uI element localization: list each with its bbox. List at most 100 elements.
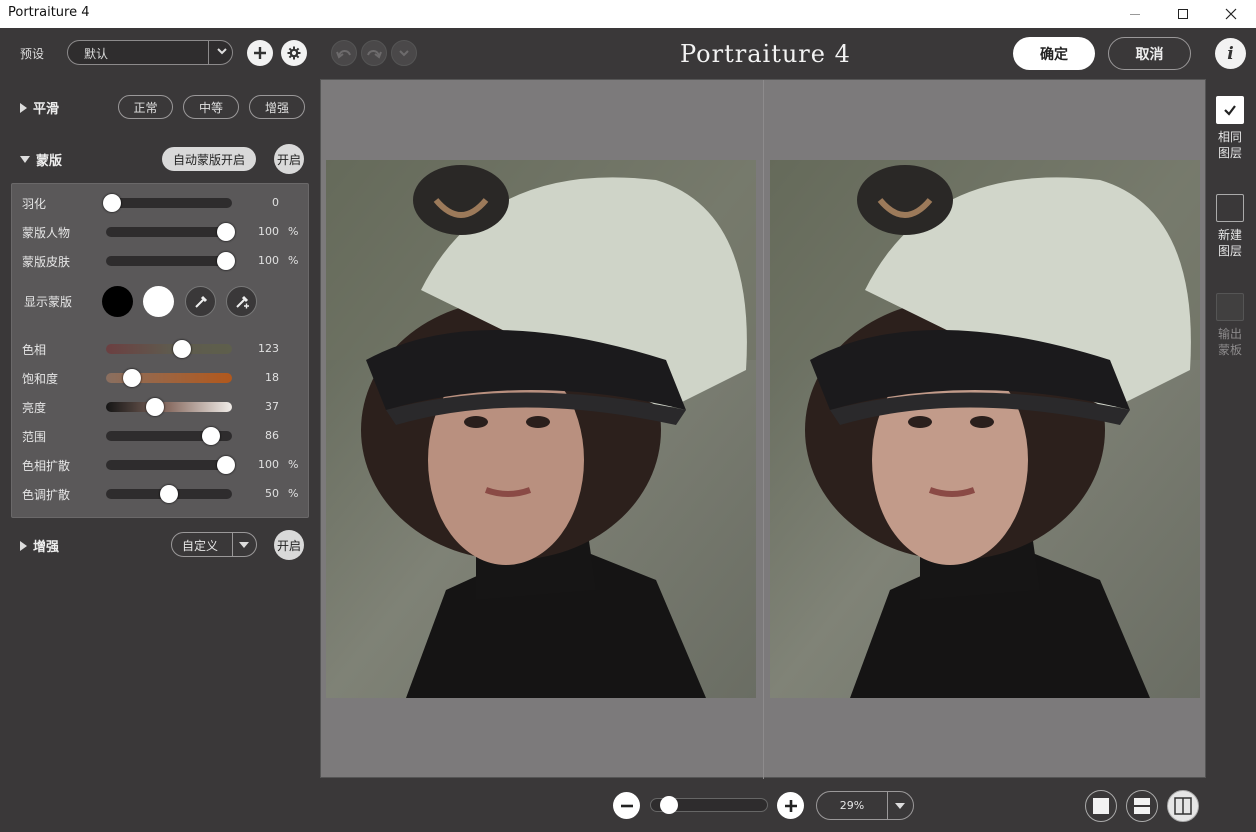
- show-mask-label: 显示蒙版: [24, 295, 73, 309]
- slider-thumb[interactable]: [123, 369, 142, 387]
- enhance-toggle[interactable]: 增强: [20, 536, 59, 555]
- eyedropper-add-button[interactable]: [226, 286, 257, 317]
- undo-icon: [336, 50, 351, 59]
- slider-unit: %: [288, 225, 299, 238]
- slider-track[interactable]: [106, 252, 235, 270]
- smoothing-strong-button[interactable]: 增强: [249, 95, 305, 119]
- preview-canvas[interactable]: [320, 79, 1206, 779]
- zoom-out-button[interactable]: [613, 792, 640, 819]
- slider-thumb[interactable]: [172, 340, 191, 358]
- mask-slider-row: 色相扩散 100%: [12, 455, 310, 475]
- minus-icon: [620, 804, 633, 807]
- chevron-down-icon: [217, 48, 227, 55]
- expand-arrow-icon: [20, 102, 27, 113]
- maximize-button[interactable]: [1160, 0, 1206, 28]
- add-preset-button[interactable]: [247, 40, 273, 66]
- close-window-button[interactable]: [1208, 0, 1254, 28]
- slider-thumb[interactable]: [216, 252, 235, 270]
- mask-color-black-swatch[interactable]: [102, 286, 133, 317]
- dropdown-arrow-icon: [239, 542, 249, 548]
- split-vertical-view-button[interactable]: [1167, 790, 1199, 822]
- slider-track[interactable]: [106, 223, 235, 241]
- slider-unit: %: [288, 458, 299, 471]
- processed-photo[interactable]: [770, 160, 1200, 698]
- mask-settings-panel: 羽化 0 蒙版人物 100% 蒙版皮肤 100% 色相 123 饱和度 18 亮度 37 范围 86 色相扩…: [11, 183, 309, 518]
- enhance-preset-value: 自定义: [182, 539, 219, 553]
- cancel-button[interactable]: 取消: [1108, 37, 1191, 70]
- undo-button[interactable]: [331, 40, 357, 66]
- slider-track[interactable]: [106, 485, 232, 503]
- split-horizontal-icon: [1134, 798, 1150, 814]
- slider-track[interactable]: [106, 398, 232, 416]
- smoothing-normal-button[interactable]: 正常: [118, 95, 173, 119]
- output-mask-checkbox[interactable]: [1216, 293, 1244, 321]
- slider-track[interactable]: [106, 369, 232, 387]
- slider-thumb[interactable]: [216, 456, 235, 474]
- window-title: Portraiture 4: [8, 5, 90, 20]
- slider-label: 亮度: [22, 401, 47, 415]
- slider-value: 100: [258, 458, 279, 471]
- slider-thumb[interactable]: [103, 194, 122, 212]
- eyedropper-button[interactable]: [185, 286, 216, 317]
- mask-enable-toggle[interactable]: 开启: [274, 144, 304, 174]
- history-dropdown-button[interactable]: [391, 40, 417, 66]
- chevron-down-icon: [399, 50, 409, 57]
- minimize-button[interactable]: [1112, 0, 1158, 28]
- auto-mask-button[interactable]: 自动蒙版开启: [162, 147, 256, 171]
- mask-slider-row: 蒙版人物 100%: [12, 222, 310, 242]
- slider-track[interactable]: [106, 427, 232, 445]
- window-title-bar: Portraiture 4: [0, 0, 1256, 28]
- eyedropper-plus-icon: [235, 295, 249, 308]
- info-button[interactable]: i: [1215, 38, 1246, 69]
- slider-thumb[interactable]: [201, 427, 220, 445]
- mask-color-white-swatch[interactable]: [143, 286, 174, 317]
- slider-track[interactable]: [106, 340, 232, 358]
- slider-label: 饱和度: [22, 372, 59, 386]
- mask-toggle[interactable]: 蒙版: [20, 150, 62, 169]
- enhance-preset-dropdown[interactable]: 自定义: [171, 532, 257, 557]
- zoom-in-button[interactable]: [777, 792, 804, 819]
- slider-unit: %: [288, 254, 299, 267]
- same-layer-checkbox[interactable]: [1216, 96, 1244, 124]
- split-divider[interactable]: [763, 80, 764, 779]
- zoom-slider-thumb[interactable]: [659, 796, 678, 814]
- redo-icon: [367, 50, 382, 59]
- output-mask-option[interactable]: 输出蒙板: [1215, 293, 1245, 358]
- preset-dropdown[interactable]: 默认: [67, 40, 233, 65]
- mask-slider-row: 色相 123: [12, 339, 310, 359]
- mask-slider-row: 饱和度 18: [12, 368, 310, 388]
- single-view-icon: [1093, 798, 1109, 814]
- original-photo[interactable]: [326, 160, 756, 698]
- split-horizontal-view-button[interactable]: [1126, 790, 1158, 822]
- preset-value: 默认: [84, 47, 109, 61]
- slider-label: 蒙版人物: [22, 226, 71, 240]
- slider-label: 色相: [22, 343, 47, 357]
- enhance-enable-toggle[interactable]: 开启: [274, 530, 304, 560]
- new-layer-checkbox[interactable]: [1216, 194, 1244, 222]
- mask-slider-row: 羽化 0: [12, 193, 310, 213]
- slider-label: 范围: [22, 430, 47, 444]
- smoothing-section: 平滑 正常 中等 增强: [0, 92, 318, 122]
- enhance-section: 增强 开启: [0, 530, 318, 560]
- smoothing-medium-button[interactable]: 中等: [183, 95, 239, 119]
- top-toolbar: 预设 默认 Portraiture 4 确定 取消 i: [0, 28, 1256, 78]
- settings-button[interactable]: [281, 40, 307, 66]
- same-layer-option[interactable]: 相同图层: [1215, 96, 1245, 161]
- zoom-level-value: 29%: [839, 799, 865, 812]
- plus-icon: [254, 47, 266, 59]
- slider-track[interactable]: [103, 194, 232, 212]
- single-view-button[interactable]: [1085, 790, 1117, 822]
- slider-thumb[interactable]: [216, 223, 235, 241]
- brand-logo: Portraiture 4: [680, 40, 851, 68]
- redo-button[interactable]: [361, 40, 387, 66]
- new-layer-option[interactable]: 新建图层: [1215, 194, 1245, 259]
- zoom-slider[interactable]: [650, 796, 768, 814]
- slider-value: 18: [265, 371, 279, 384]
- smoothing-toggle[interactable]: 平滑: [20, 98, 59, 117]
- slider-thumb[interactable]: [146, 398, 165, 416]
- slider-thumb[interactable]: [160, 485, 178, 503]
- ok-button[interactable]: 确定: [1013, 37, 1095, 70]
- slider-track[interactable]: [106, 456, 235, 474]
- dropdown-separator: [887, 792, 888, 819]
- zoom-level-dropdown[interactable]: 29%: [816, 791, 914, 820]
